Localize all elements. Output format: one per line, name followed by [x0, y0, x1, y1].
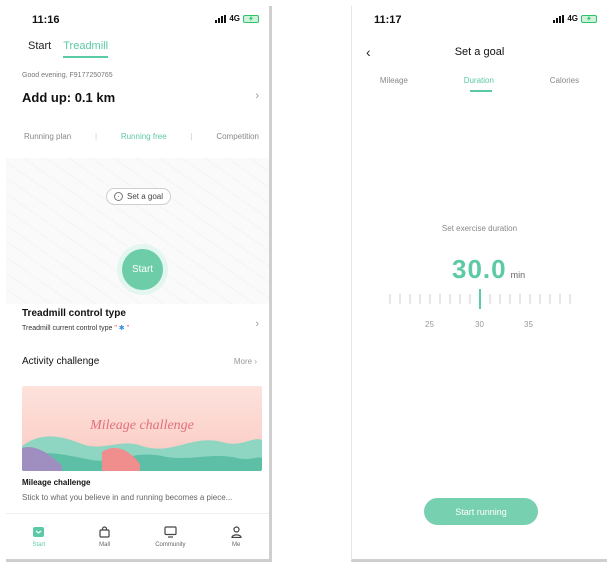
start-icon	[33, 526, 45, 537]
tab-calories[interactable]: Calories	[550, 76, 579, 85]
network-label: 4G	[229, 14, 240, 23]
battery-icon	[581, 14, 597, 23]
tab-running-plan[interactable]: Running plan	[24, 132, 71, 141]
bluetooth-icon: ✱	[118, 325, 125, 332]
challenge-description: Stick to what you believe in and running…	[22, 493, 233, 502]
banner-hills	[22, 436, 262, 471]
signal-icon	[553, 14, 565, 23]
person-icon	[231, 525, 242, 538]
chevron-right-icon[interactable]: ›	[255, 90, 259, 102]
top-tabs: Start Treadmill	[28, 40, 109, 58]
bottom-tab-bar: Start Mall Community Me	[6, 513, 269, 559]
status-indicators: 4G	[553, 14, 597, 23]
tab-bar-label: Mall	[99, 541, 111, 548]
greeting-text: Good evening, F9177250765	[22, 72, 113, 79]
set-goal-screen: 11:17 4G ‹ Set a goal Mileage Duration C…	[351, 6, 607, 562]
tab-start[interactable]: Start	[28, 40, 51, 58]
start-button[interactable]: Start	[122, 249, 163, 290]
tab-duration[interactable]: Duration	[464, 76, 494, 85]
signal-icon	[215, 14, 227, 23]
battery-icon	[243, 14, 259, 23]
mode-tabs: Running plan | Running free | Competitio…	[24, 132, 259, 141]
mileage-challenge-banner[interactable]: Mileage challenge	[22, 386, 262, 471]
duration-unit: min	[510, 270, 526, 280]
duration-prompt: Set exercise duration	[441, 224, 518, 233]
status-bar: 11:16 4G	[6, 6, 269, 32]
chevron-right-icon: ›	[254, 357, 257, 366]
treadmill-screen: 11:16 4G Start Treadmill Good evening, F…	[6, 6, 272, 562]
control-type-prefix: Treadmill current control type	[22, 325, 113, 332]
tab-bar-label: Me	[231, 541, 241, 548]
duration-display: 30.0 min	[452, 254, 525, 285]
tab-bar-mall[interactable]: Mall	[72, 514, 138, 559]
addup-distance[interactable]: Add up: 0.1 km	[22, 90, 115, 105]
set-goal-label: Set a goal	[127, 192, 164, 201]
status-time: 11:16	[32, 14, 60, 26]
quote-close: "	[126, 325, 130, 332]
divider: |	[190, 132, 193, 141]
start-running-button[interactable]: Start running	[424, 498, 538, 525]
tab-treadmill[interactable]: Treadmill	[63, 40, 109, 58]
tab-bar-label: Start	[32, 541, 46, 548]
tab-bar-community[interactable]: Community	[138, 514, 204, 559]
activity-challenge-title: Activity challenge	[22, 356, 100, 367]
status-indicators: 4G	[215, 14, 259, 23]
tab-mileage[interactable]: Mileage	[380, 76, 408, 85]
more-link[interactable]: More ›	[234, 357, 257, 366]
control-type-subtitle: Treadmill current control type " ✱ "	[22, 324, 129, 332]
active-tab-indicator	[470, 90, 492, 92]
ruler-label: 25	[425, 320, 434, 329]
tab-competition[interactable]: Competition	[216, 132, 259, 141]
control-type-title[interactable]: Treadmill control type	[22, 308, 126, 319]
set-goal-button[interactable]: Set a goal	[106, 188, 172, 205]
page-title: Set a goal	[454, 46, 505, 58]
tab-bar-me[interactable]: Me	[203, 514, 269, 559]
status-time: 11:17	[374, 14, 402, 26]
ruler-label: 35	[524, 320, 533, 329]
duration-ruler-slider[interactable]	[386, 288, 576, 310]
bag-icon	[99, 525, 110, 538]
tab-running-free[interactable]: Running free	[121, 132, 167, 141]
more-label: More	[233, 357, 253, 366]
status-bar: 11:17 4G	[352, 6, 607, 32]
duration-value: 30.0	[452, 254, 507, 284]
tab-bar-start[interactable]: Start	[6, 514, 72, 559]
target-icon	[114, 192, 123, 201]
tab-bar-label: Community	[155, 541, 186, 548]
goal-type-tabs: Mileage Duration Calories	[352, 76, 607, 85]
network-label: 4G	[567, 14, 578, 23]
challenge-title: Mileage challenge	[22, 478, 91, 487]
chevron-right-icon[interactable]: ›	[255, 318, 259, 330]
ruler-label: 30	[475, 320, 484, 329]
monitor-icon	[164, 525, 177, 538]
quote-open: "	[114, 325, 117, 332]
divider: |	[94, 132, 98, 141]
